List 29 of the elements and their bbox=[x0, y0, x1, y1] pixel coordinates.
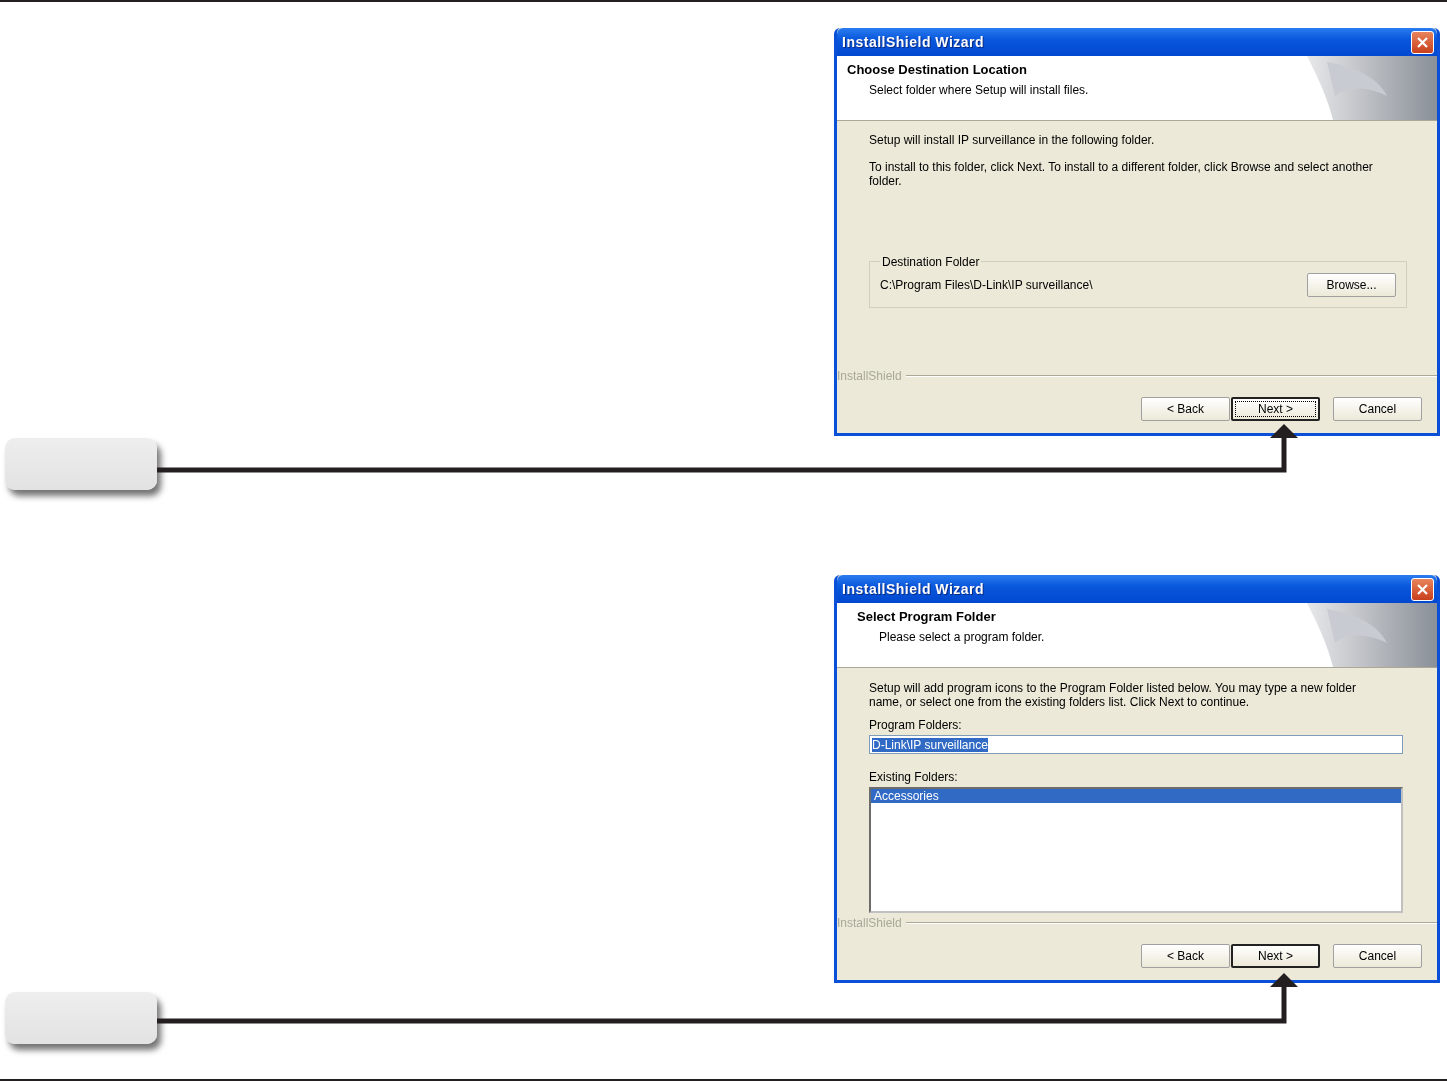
field-label: Program Folders: bbox=[869, 718, 963, 732]
step-heading: Choose Destination Location bbox=[847, 62, 1028, 77]
instruction-text: Setup will install IP surveillance in the following folder. bbox=[869, 133, 1156, 147]
list-item[interactable]: Accessories bbox=[871, 789, 1401, 803]
step-heading: Select Program Folder bbox=[857, 609, 997, 624]
wizard-button[interactable]: Next > bbox=[1231, 944, 1320, 968]
close-button[interactable] bbox=[1411, 577, 1434, 601]
wizard-button[interactable]: < Back bbox=[1141, 944, 1230, 968]
program-folder-field[interactable]: D-Link\IP surveillance bbox=[869, 735, 1403, 754]
folder-path: C:\Program Files\D-Link\IP surveillance\ bbox=[880, 277, 1093, 292]
wizard-button[interactable]: < Back bbox=[1141, 397, 1230, 421]
brand-label: InstallShield bbox=[837, 369, 902, 383]
window-title: InstallShield Wizard bbox=[842, 34, 985, 50]
list-label: Existing Folders: bbox=[869, 770, 959, 784]
step-subheading: Select folder where Setup will install files. bbox=[869, 83, 1089, 97]
brand-label: InstallShield bbox=[837, 916, 902, 930]
instruction-text: To install to this folder, click Next. To install to a different folder, click Browse and select another folder. bbox=[869, 160, 1374, 188]
group-label: Destination Folder bbox=[881, 254, 981, 269]
step-subheading: Please select a program folder. bbox=[879, 630, 1045, 644]
folder-name: D-Link\IP surveillance bbox=[872, 737, 988, 752]
wizard-button[interactable]: Cancel bbox=[1333, 944, 1422, 968]
close-icon bbox=[1417, 36, 1428, 48]
instruction-text: Setup will add program icons to the Program Folder listed below. You may type a new folder name, or select one from the existing folders list. Click Next to continue. bbox=[869, 681, 1357, 709]
browse-button[interactable]: Browse... bbox=[1307, 272, 1396, 297]
close-button[interactable] bbox=[1411, 30, 1434, 54]
wizard-button[interactable]: Cancel bbox=[1333, 397, 1422, 421]
window-title: InstallShield Wizard bbox=[842, 581, 985, 597]
wizard-button[interactable]: Next > bbox=[1231, 397, 1320, 421]
close-icon bbox=[1417, 583, 1428, 595]
